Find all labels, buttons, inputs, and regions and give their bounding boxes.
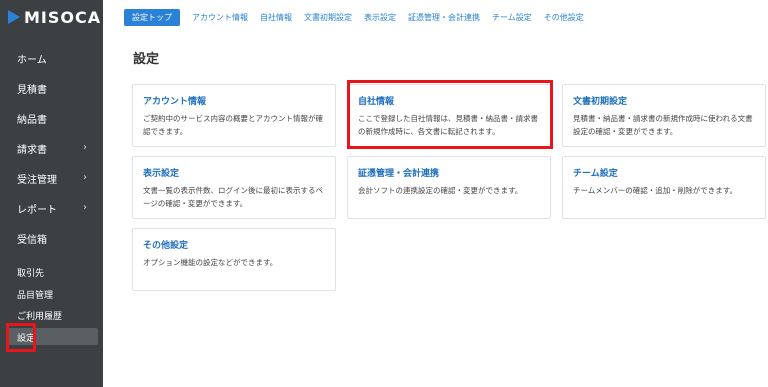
sidebar-item-orders[interactable]: 受注管理 › — [0, 163, 103, 193]
card-title: 自社情報 — [358, 97, 395, 107]
card-accounting-integration[interactable]: 証憑管理・会計連携 会計ソフトの連携設定の確認・変更ができます。 — [347, 156, 551, 219]
tab-settings-top[interactable]: 設定トップ — [124, 9, 180, 26]
card-description: 会計ソフトの連携設定の確認・変更ができます。 — [358, 186, 523, 195]
card-document-defaults[interactable]: 文書初期設定 見積書・納品書・請求書の新規作成時に使われる文書設定の確認・変更が… — [562, 84, 766, 147]
tab-document-defaults[interactable]: 文書初期設定 — [304, 12, 352, 23]
sidebar-item-home[interactable]: ホーム — [0, 43, 103, 73]
sidebar-item-label: 取引先 — [17, 268, 45, 279]
sidebar-item-label: 受注管理 — [17, 174, 57, 186]
sidebar-item-label: 設定 — [17, 333, 36, 344]
card-title: 文書初期設定 — [573, 97, 628, 107]
card-description: チームメンバーの確認・追加・削除ができます。 — [573, 186, 738, 195]
sidebar-item-label: 品目管理 — [17, 290, 54, 301]
card-title: アカウント情報 — [143, 97, 207, 107]
misoca-logo[interactable]: MISOCA — [8, 7, 101, 27]
sidebar-item-label: 請求書 — [17, 144, 47, 156]
card-title: 証憑管理・会計連携 — [358, 169, 440, 179]
card-title: 表示設定 — [143, 169, 180, 179]
logo-mark-icon — [8, 10, 20, 24]
card-title: チーム設定 — [573, 169, 618, 179]
sidebar-item-label: ホーム — [17, 54, 47, 66]
chevron-right-icon: › — [83, 202, 87, 213]
card-display-settings[interactable]: 表示設定 文書一覧の表示件数、ログイン後に最初に表示するページの確認・変更ができ… — [132, 156, 336, 219]
card-account-info[interactable]: アカウント情報 ご契約中のサービス内容の概要とアカウント情報が確認できます。 — [132, 84, 336, 147]
card-description: 文書一覧の表示件数、ログイン後に最初に表示するページの確認・変更ができます。 — [143, 186, 323, 208]
sidebar-item-delivery[interactable]: 納品書 — [0, 103, 103, 133]
card-other-settings[interactable]: その他設定 オプション機能の設定などができます。 — [132, 228, 336, 291]
sidebar-item-products[interactable]: 品目管理 — [0, 284, 103, 304]
card-description: ここで登録した自社情報は、見積書・納品書・請求書の新規作成時に、各文書に転記され… — [358, 114, 538, 136]
tab-company-info[interactable]: 自社情報 — [260, 12, 292, 23]
logo-text: MISOCA — [24, 7, 102, 27]
tab-account-info[interactable]: アカウント情報 — [192, 12, 248, 23]
card-description: ご契約中のサービス内容の概要とアカウント情報が確認できます。 — [143, 114, 323, 136]
card-description: 見積書・納品書・請求書の新規作成時に使われる文書設定の確認・変更ができます。 — [573, 114, 753, 136]
card-company-info[interactable]: 自社情報 ここで登録した自社情報は、見積書・納品書・請求書の新規作成時に、各文書… — [347, 84, 551, 147]
sidebar-item-label: レポート — [17, 204, 57, 216]
sidebar-item-label: ご利用履歴 — [17, 311, 63, 322]
tab-team-settings[interactable]: チーム設定 — [492, 12, 532, 23]
sidebar-item-settings[interactable]: 設定 — [0, 327, 103, 347]
sidebar-item-invoices[interactable]: 請求書 › — [0, 133, 103, 163]
card-description: オプション機能の設定などができます。 — [143, 258, 278, 267]
tab-display-settings[interactable]: 表示設定 — [364, 12, 396, 23]
chevron-right-icon: › — [83, 172, 87, 183]
card-team-settings[interactable]: チーム設定 チームメンバーの確認・追加・削除ができます。 — [562, 156, 766, 219]
sidebar-item-clients[interactable]: 取引先 — [0, 262, 103, 282]
sidebar-item-usage-history[interactable]: ご利用履歴 — [0, 305, 103, 325]
tab-other-settings[interactable]: その他設定 — [544, 12, 584, 23]
sidebar: MISOCA ホーム 見積書 納品書 請求書 › 受注管理 › レポート › 受… — [0, 0, 103, 387]
sidebar-item-reports[interactable]: レポート › — [0, 193, 103, 223]
settings-tabs: 設定トップ アカウント情報 自社情報 文書初期設定 表示設定 証憑管理・会計連携… — [124, 9, 596, 26]
tab-accounting-integration[interactable]: 証憑管理・会計連携 — [408, 12, 480, 23]
sidebar-item-label: 納品書 — [17, 114, 47, 126]
sidebar-item-label: 受信箱 — [17, 234, 47, 246]
sidebar-item-label: 見積書 — [17, 84, 47, 96]
sidebar-item-inbox[interactable]: 受信箱 — [0, 223, 103, 253]
card-title: その他設定 — [143, 241, 189, 251]
sidebar-item-estimates[interactable]: 見積書 — [0, 73, 103, 103]
chevron-right-icon: › — [83, 142, 87, 153]
page-title: 設定 — [133, 52, 160, 67]
